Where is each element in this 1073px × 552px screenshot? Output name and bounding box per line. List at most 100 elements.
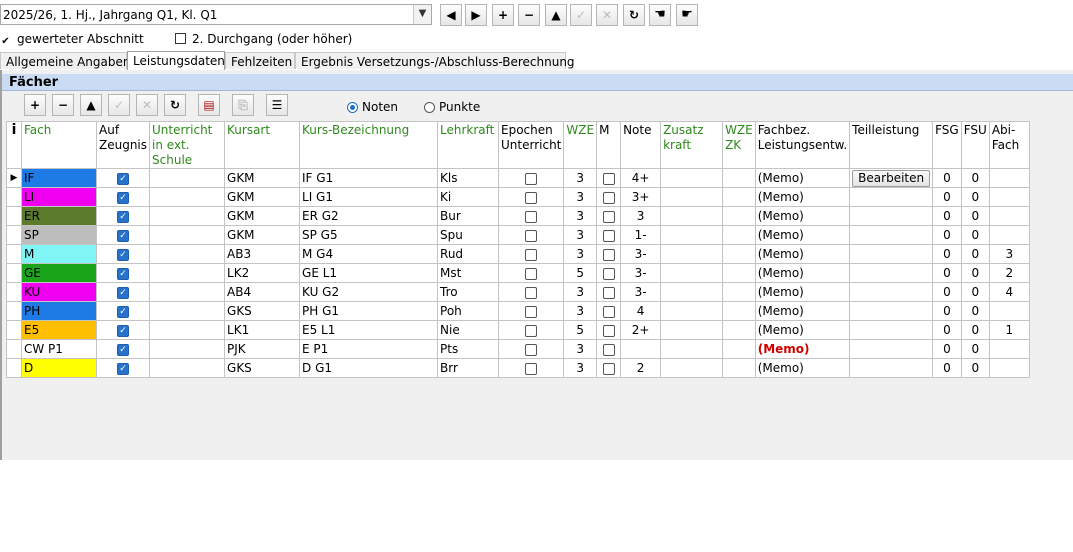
checkbox-empty-icon[interactable]	[525, 343, 538, 356]
kursart-cell[interactable]: GKM	[224, 225, 301, 245]
epochen-cell[interactable]	[498, 206, 565, 226]
radio-noten[interactable]: Noten	[347, 100, 398, 114]
teilleistung-cell[interactable]	[849, 206, 934, 226]
checkbox-empty-icon[interactable]	[525, 229, 538, 242]
fsg-cell[interactable]: 0	[932, 206, 962, 226]
wze-cell[interactable]: 5	[563, 263, 598, 283]
checkbox-empty-icon[interactable]	[602, 210, 615, 223]
kursart-cell[interactable]: GKS	[224, 301, 301, 321]
fach-cell[interactable]: LI	[21, 187, 97, 207]
abifach-cell[interactable]	[988, 358, 1030, 378]
row-indicator[interactable]	[6, 301, 22, 321]
zusatzkraft-cell[interactable]	[660, 244, 724, 264]
radio-punkte[interactable]: Punkte	[424, 100, 480, 114]
wze-zk-cell[interactable]	[722, 358, 756, 378]
fachbez-memo-cell[interactable]: (Memo)	[754, 206, 851, 226]
fsg-cell[interactable]: 0	[932, 244, 962, 264]
m-cell[interactable]	[596, 225, 622, 245]
confirm-icon[interactable]: ✓	[570, 4, 592, 26]
auf-zeugnis-cell[interactable]: ✓	[95, 320, 151, 340]
kursbezeichnung-cell[interactable]: IF G1	[299, 168, 439, 188]
previous-icon[interactable]: ◀	[440, 4, 462, 26]
epochen-cell[interactable]	[498, 339, 565, 359]
teilleistung-cell[interactable]: Bearbeiten	[849, 168, 934, 188]
table-row[interactable]: CW P1 ✓ PJK E P1 Pts 3 (Memo) 0 0	[6, 339, 1030, 359]
checkbox-checked-icon[interactable]: ✓	[117, 324, 129, 337]
wze-zk-cell[interactable]	[722, 263, 756, 283]
kursbezeichnung-cell[interactable]: GE L1	[299, 263, 439, 283]
checkbox-empty-icon[interactable]	[525, 210, 538, 223]
fach-cell[interactable]: PH	[21, 301, 97, 321]
fsu-cell[interactable]: 0	[960, 187, 990, 207]
add-icon[interactable]: +	[492, 4, 514, 26]
wze-zk-cell[interactable]	[722, 168, 756, 188]
kursart-cell[interactable]: LK2	[224, 263, 301, 283]
lehrkraft-cell[interactable]: Rud	[437, 244, 500, 264]
table-row[interactable]: SP ✓ GKM SP G5 Spu 3 1- (Memo) 0 0	[6, 225, 1030, 245]
tab-leistungsdaten[interactable]: Leistungsdaten	[127, 51, 225, 70]
teilleistung-header[interactable]: Teilleistung	[849, 121, 934, 169]
fsu-cell[interactable]: 0	[960, 244, 990, 264]
table-row[interactable]: M ✓ AB3 M G4 Rud 3 3- (Memo) 0 0 3	[6, 244, 1030, 264]
ext-schule-cell[interactable]	[149, 225, 226, 245]
lehrkraft-cell[interactable]: Mst	[437, 263, 500, 283]
m-cell[interactable]	[596, 339, 622, 359]
note-cell[interactable]	[620, 339, 662, 359]
auf-zeugnis-cell[interactable]: ✓	[95, 206, 151, 226]
kursbezeichnung-cell[interactable]: M G4	[299, 244, 439, 264]
note-cell[interactable]: 3-	[620, 244, 662, 264]
fachbez-memo-cell[interactable]: (Memo)	[754, 358, 851, 378]
wze-zk-cell[interactable]	[722, 206, 756, 226]
checkbox-checked-icon[interactable]: ✓	[117, 362, 129, 375]
fachbez-memo-cell[interactable]: (Memo)	[754, 301, 851, 321]
zusatzkraft-cell[interactable]	[660, 282, 724, 302]
wze-zk-cell[interactable]	[722, 320, 756, 340]
note-cell[interactable]: 3-	[620, 263, 662, 283]
ext-schule-cell[interactable]	[149, 263, 226, 283]
abifach-cell[interactable]: 1	[988, 320, 1030, 340]
teilleistung-cell[interactable]	[849, 339, 934, 359]
tab-ergebnis-berechnung[interactable]: Ergebnis Versetzungs-/Abschluss-Berechnu…	[295, 52, 575, 69]
epochen-cell[interactable]	[498, 244, 565, 264]
kursbezeichnung-header[interactable]: Kurs-Bezeichnung	[299, 121, 439, 169]
zweiter-durchgang-checkbox[interactable]: 2. Durchgang (oder höher)	[175, 32, 352, 50]
wze-cell[interactable]: 3	[563, 225, 598, 245]
kursart-cell[interactable]: PJK	[224, 339, 301, 359]
checkbox-empty-icon[interactable]	[602, 248, 615, 261]
ext-schule-cell[interactable]	[149, 244, 226, 264]
fsu-cell[interactable]: 0	[960, 225, 990, 245]
kursbezeichnung-cell[interactable]: PH G1	[299, 301, 439, 321]
kursbezeichnung-cell[interactable]: LI G1	[299, 187, 439, 207]
checkbox-empty-icon[interactable]	[602, 267, 615, 280]
table-row[interactable]: PH ✓ GKS PH G1 Poh 3 4 (Memo) 0 0	[6, 301, 1030, 321]
fach-cell[interactable]: CW P1	[21, 339, 97, 359]
abifach-cell[interactable]	[988, 168, 1030, 188]
checkbox-checked-icon[interactable]: ✓	[117, 172, 129, 185]
move-up-icon[interactable]: ▲	[545, 4, 567, 26]
epochen-cell[interactable]	[498, 320, 565, 340]
lehrkraft-header[interactable]: Lehrkraft	[437, 121, 500, 169]
table-row[interactable]: E5 ✓ LK1 E5 L1 Nie 5 2+ (Memo) 0 0 1	[6, 320, 1030, 340]
kursart-header[interactable]: Kursart	[224, 121, 301, 169]
kursart-cell[interactable]: AB4	[224, 282, 301, 302]
teilleistung-cell[interactable]	[849, 358, 934, 378]
epochen-cell[interactable]	[498, 168, 565, 188]
fachbez-memo-cell[interactable]: (Memo)	[754, 282, 851, 302]
cancel-icon[interactable]: ✕	[596, 4, 618, 26]
row-indicator[interactable]	[6, 358, 22, 378]
note-cell[interactable]: 3	[620, 206, 662, 226]
checkbox-empty-icon[interactable]	[525, 191, 538, 204]
row-indicator[interactable]	[6, 263, 22, 283]
kursart-cell[interactable]: GKM	[224, 187, 301, 207]
export-icon[interactable]: ⎘	[232, 94, 254, 116]
checkbox-empty-icon[interactable]	[525, 286, 538, 299]
wze-zk-cell[interactable]	[722, 187, 756, 207]
abifach-cell[interactable]: 4	[988, 282, 1030, 302]
m-cell[interactable]	[596, 282, 622, 302]
checkbox-checked-icon[interactable]: ✓	[117, 305, 129, 318]
teilleistung-cell[interactable]	[849, 263, 934, 283]
wze-zk-cell[interactable]	[722, 339, 756, 359]
kursbezeichnung-cell[interactable]: E P1	[299, 339, 439, 359]
point-right-icon[interactable]: ☛	[676, 4, 698, 26]
fsg-cell[interactable]: 0	[932, 320, 962, 340]
